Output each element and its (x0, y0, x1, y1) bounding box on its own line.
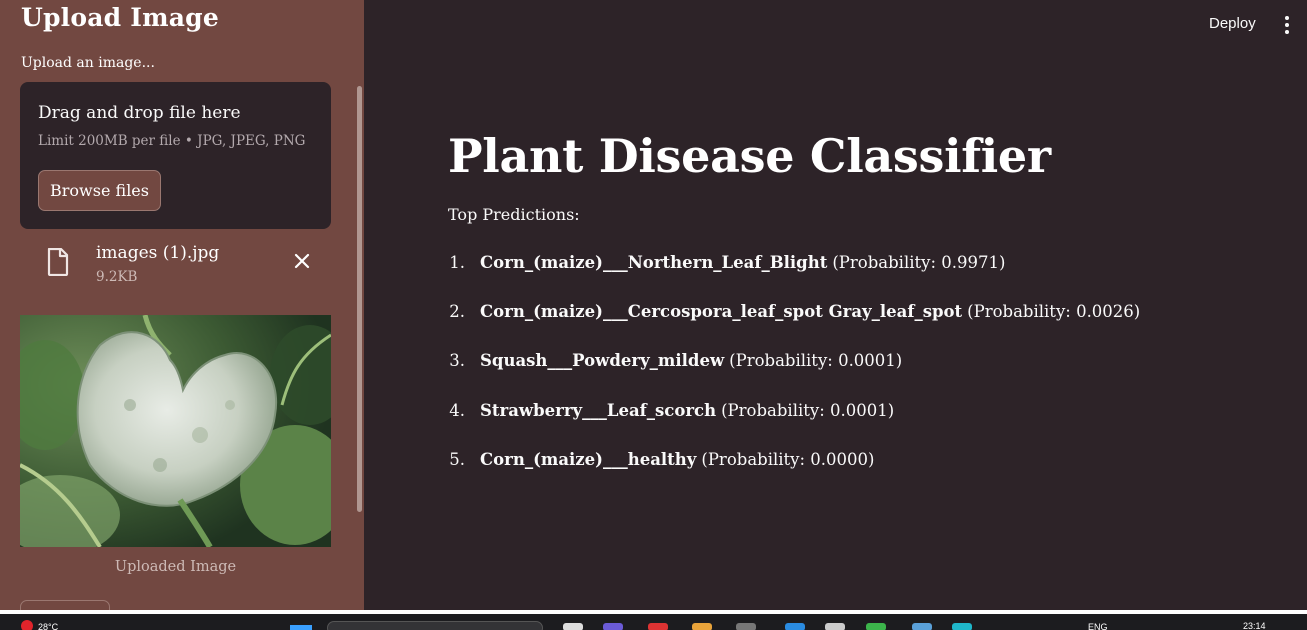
taskbar-app-icon[interactable] (648, 623, 668, 630)
windows-start-icon[interactable] (290, 625, 312, 630)
close-icon[interactable] (291, 250, 313, 272)
taskbar-app-icon[interactable] (736, 623, 756, 630)
prediction-label: Corn_(maize)___Northern_Leaf_Blight (480, 253, 828, 272)
sidebar: Upload Image Upload an image... Drag and… (0, 0, 364, 610)
predictions-heading: Top Predictions: (448, 205, 580, 224)
prediction-item: 1. Corn_(maize)___Northern_Leaf_Blight (… (448, 253, 1140, 302)
prediction-number: 1. (449, 253, 465, 272)
taskbar-app-icon[interactable] (563, 623, 583, 630)
prediction-item: 2. Corn_(maize)___Cercospora_leaf_spot G… (448, 302, 1140, 351)
prediction-item: 4. Strawberry___Leaf_scorch (Probability… (448, 401, 1140, 450)
image-caption: Uploaded Image (114, 559, 237, 575)
prediction-probability: (Probability: 0.0026) (967, 302, 1141, 322)
file-name: images (1).jpg (96, 243, 220, 263)
uploader-label: Upload an image... (21, 55, 155, 71)
prediction-probability: (Probability: 0.0001) (721, 400, 895, 420)
taskbar-app-icon[interactable] (692, 623, 712, 630)
taskbar-app-icon[interactable] (603, 623, 623, 630)
uploaded-image (20, 315, 331, 547)
browse-files-button[interactable]: Browse files (38, 170, 161, 211)
file-size: 9.2KB (96, 269, 138, 285)
prediction-label: Corn_(maize)___healthy (480, 449, 697, 469)
prediction-label: Strawberry___Leaf_scorch (480, 400, 717, 420)
prediction-label: Corn_(maize)___Cercospora_leaf_spot Gray… (480, 302, 963, 322)
sidebar-scrollbar[interactable] (357, 86, 362, 512)
vertical-dots-icon[interactable] (1280, 15, 1294, 35)
language-indicator[interactable]: ENG (1088, 622, 1108, 630)
deploy-button[interactable]: Deploy (1209, 15, 1256, 32)
weather-widget[interactable]: 28°C (38, 622, 58, 630)
partial-button[interactable] (20, 600, 110, 610)
prediction-probability: (Probability: 0.0000) (701, 449, 875, 469)
prediction-number: 3. (449, 351, 465, 371)
notification-badge (21, 620, 33, 630)
page-title: Plant Disease Classifier (448, 129, 1051, 183)
dropzone-limit: Limit 200MB per file • JPG, JPEG, PNG (38, 133, 306, 149)
leaf-image (20, 315, 331, 547)
taskbar-search[interactable] (327, 621, 543, 630)
prediction-item: 3. Squash___Powdery_mildew (Probability:… (448, 351, 1140, 400)
prediction-probability: (Probability: 0.9971) (832, 253, 1006, 272)
sidebar-title: Upload Image (21, 3, 219, 32)
prediction-number: 2. (449, 302, 465, 322)
prediction-probability: (Probability: 0.0001) (729, 351, 903, 371)
taskbar-app-icon[interactable] (952, 623, 972, 630)
taskbar-app-icon[interactable] (825, 623, 845, 630)
dropzone-title: Drag and drop file here (38, 103, 241, 123)
taskbar-app-icon[interactable] (785, 623, 805, 630)
file-icon (47, 248, 69, 276)
file-dropzone[interactable]: Drag and drop file here Limit 200MB per … (20, 82, 331, 229)
clock[interactable]: 23:14 (1243, 621, 1266, 630)
prediction-item: 5. Corn_(maize)___healthy (Probability: … (448, 450, 1140, 499)
prediction-label: Squash___Powdery_mildew (480, 351, 725, 371)
prediction-number: 5. (449, 449, 465, 469)
taskbar-app-icon[interactable] (912, 623, 932, 630)
uploaded-file-row: images (1).jpg 9.2KB (20, 238, 331, 294)
prediction-number: 4. (449, 400, 465, 420)
predictions-list: 1. Corn_(maize)___Northern_Leaf_Blight (… (448, 253, 1140, 499)
os-taskbar: 28°C ENG 23:14 (0, 614, 1307, 630)
taskbar-app-icon[interactable] (866, 623, 886, 630)
